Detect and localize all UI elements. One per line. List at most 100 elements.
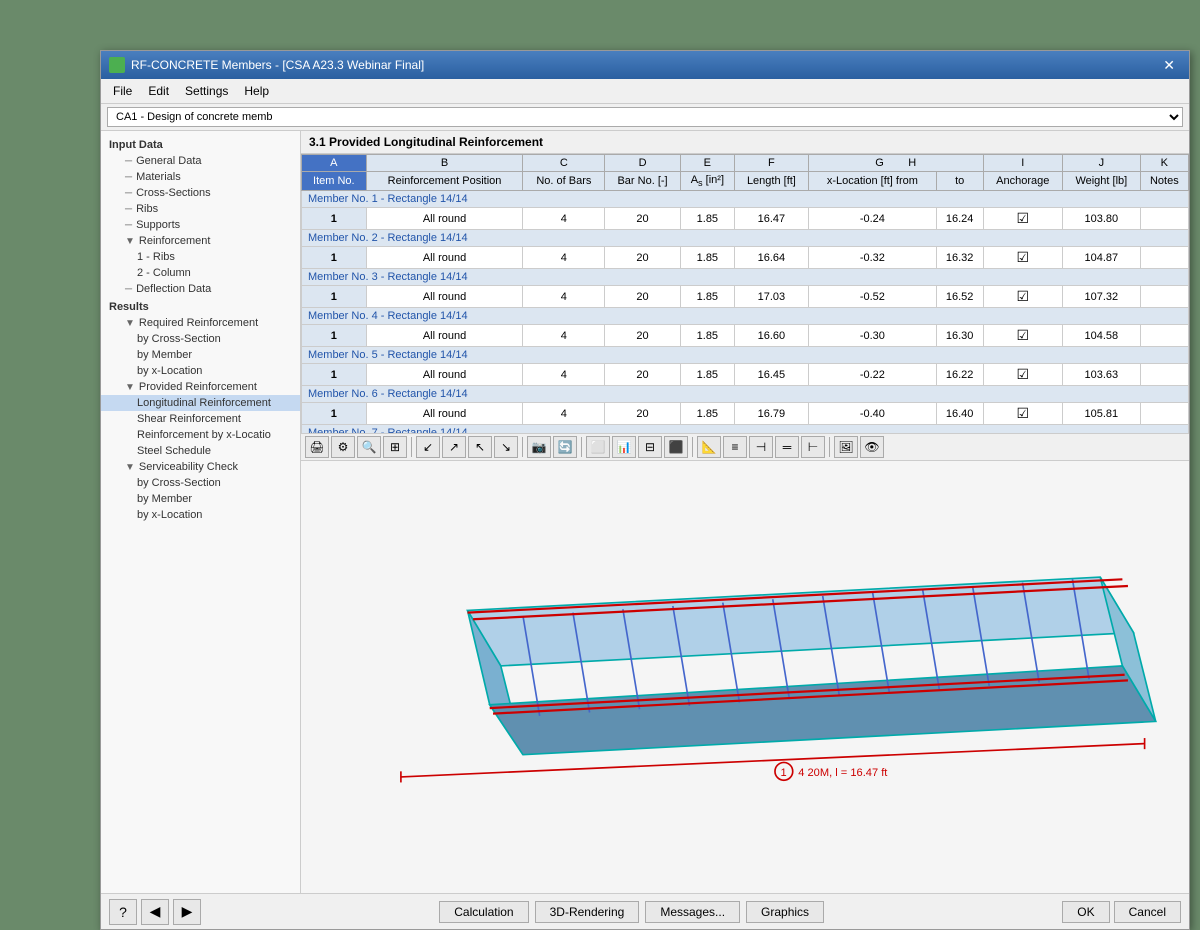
cell-x-to: 16.22 [936,364,983,386]
cell-weight: 104.58 [1063,325,1141,347]
messages-button[interactable]: Messages... [645,901,740,923]
table-row[interactable]: 1 All round 4 20 1.85 16.60 -0.30 16.30 … [302,325,1189,347]
sidebar-label: Ribs [136,203,158,215]
toolbar-sep2 [522,437,523,457]
toolbar-dim2[interactable]: ≡ [723,436,747,458]
toolbar-arrow1[interactable]: ↙ [416,436,440,458]
toolbar-zoom[interactable]: 🔍 [357,436,381,458]
cell-position: All round [366,286,523,308]
input-section-header: Input Data [101,135,300,153]
graphics-button[interactable]: Graphics [746,901,824,923]
cell-length: 16.64 [734,247,808,269]
toolbar-photo[interactable]: 📷 [527,436,551,458]
toolbar-bar[interactable]: 📊 [612,436,636,458]
sidebar-item-materials[interactable]: ─ Materials [101,169,300,185]
cell-bars: 4 [523,325,605,347]
col-subheader-j: Weight [lb] [1063,172,1141,191]
cancel-button[interactable]: Cancel [1114,901,1181,923]
sidebar-label: Steel Schedule [137,445,211,457]
expand-icon: ─ [125,188,132,199]
panel-title: 3.1 Provided Longitudinal Reinforcement [301,131,1189,154]
sidebar-item-ribs-sub[interactable]: 1 - Ribs [101,249,300,265]
toolbar-dim5[interactable]: ⊢ [801,436,825,458]
sidebar-item-general-data[interactable]: ─ General Data [101,153,300,169]
case-dropdown[interactable]: CA1 - Design of concrete memb [107,107,1183,127]
col-header-i: I [983,155,1063,172]
sidebar-item-reinf-by-x[interactable]: Reinforcement by x-Locatio [101,427,300,443]
cell-position: All round [366,364,523,386]
sidebar-item-provided-reinforcement[interactable]: ▼ Provided Reinforcement [101,379,300,395]
nav-prev-button[interactable]: ◀ [141,899,169,925]
menu-edit[interactable]: Edit [140,81,177,101]
toolbar-dim1[interactable]: 📐 [697,436,721,458]
cell-barno: 20 [605,403,681,425]
table-row[interactable]: 1 All round 4 20 1.85 17.03 -0.52 16.52 … [302,286,1189,308]
sidebar-item-longitudinal[interactable]: Longitudinal Reinforcement [101,395,300,411]
menu-help[interactable]: Help [236,81,277,101]
nav-next-button[interactable]: ▶ [173,899,201,925]
toolbar-dim3[interactable]: ⊣ [749,436,773,458]
toolbar-arrow4[interactable]: ↘ [494,436,518,458]
app-icon [109,57,125,73]
toolbar-fit[interactable]: ⊞ [383,436,407,458]
sidebar-item-required-reinforcement[interactable]: ▼ Required Reinforcement [101,315,300,331]
title-bar: RF-CONCRETE Members - [CSA A23.3 Webinar… [101,51,1189,79]
expand-icon: ─ [125,284,132,295]
3d-rendering-button[interactable]: 3D-Rendering [535,901,640,923]
table-row[interactable]: 1 All round 4 20 1.85 16.79 -0.40 16.40 … [302,403,1189,425]
sidebar-label: Serviceability Check [139,461,238,473]
cell-item: 1 [302,325,367,347]
toolbar-view[interactable]: 🖼 [834,436,858,458]
sidebar-item-deflection[interactable]: ─ Deflection Data [101,281,300,297]
ok-button[interactable]: OK [1062,901,1109,923]
sidebar-item-req-by-x[interactable]: by x-Location [101,363,300,379]
cell-x-from: -0.32 [808,247,936,269]
sidebar-label: Required Reinforcement [139,317,258,329]
cell-as: 1.85 [680,364,734,386]
sidebar-item-cross-sections[interactable]: ─ Cross-Sections [101,185,300,201]
cell-barno: 20 [605,247,681,269]
nav-help-button[interactable]: ? [109,899,137,925]
toolbar-refresh[interactable]: 🔄 [553,436,577,458]
col-header-b: B [366,155,523,172]
toolbar-rect[interactable]: ⬜ [586,436,610,458]
toolbar-settings[interactable]: ⚙ [331,436,355,458]
cell-weight: 107.32 [1063,286,1141,308]
col-header-a: A [302,155,367,172]
table-row[interactable]: 1 All round 4 20 1.85 16.64 -0.32 16.32 … [302,247,1189,269]
sidebar-item-ribs[interactable]: ─ Ribs [101,201,300,217]
structural-svg: 1 4 20M, l = 16.47 ft [301,461,1189,893]
sidebar-item-svc-by-member[interactable]: by Member [101,491,300,507]
cell-anchorage: ☑ [983,208,1063,230]
menu-settings[interactable]: Settings [177,81,236,101]
toolbar-dim4[interactable]: ═ [775,436,799,458]
calculation-button[interactable]: Calculation [439,901,528,923]
sidebar-item-shear[interactable]: Shear Reinforcement [101,411,300,427]
sidebar-item-column-sub[interactable]: 2 - Column [101,265,300,281]
toolbar-arrow2[interactable]: ↗ [442,436,466,458]
sidebar-item-serviceability[interactable]: ▼ Serviceability Check [101,459,300,475]
toolbar-table[interactable]: ⊟ [638,436,662,458]
sidebar-item-svc-by-cross[interactable]: by Cross-Section [101,475,300,491]
data-table-container[interactable]: A B C D E F G H I J K Item [301,154,1189,434]
cell-x-from: -0.52 [808,286,936,308]
member-header-row: Member No. 1 - Rectangle 14/14 [302,191,1189,208]
cell-barno: 20 [605,325,681,347]
close-button[interactable]: ✕ [1157,55,1181,76]
sidebar-item-req-by-cross[interactable]: by Cross-Section [101,331,300,347]
menu-file[interactable]: File [105,81,140,101]
sidebar-item-steel-schedule[interactable]: Steel Schedule [101,443,300,459]
toolbar-arrow3[interactable]: ↖ [468,436,492,458]
toolbar-fill[interactable]: ⬛ [664,436,688,458]
sidebar-item-reinforcement[interactable]: ▼ Reinforcement [101,233,300,249]
table-row[interactable]: 1 All round 4 20 1.85 16.47 -0.24 16.24 … [302,208,1189,230]
sidebar-item-svc-by-x[interactable]: by x-Location [101,507,300,523]
cell-x-from: -0.30 [808,325,936,347]
sidebar-item-req-by-member[interactable]: by Member [101,347,300,363]
toolbar-eye[interactable]: 👁 [860,436,884,458]
toolbar-print[interactable]: 🖨 [305,436,329,458]
cell-item: 1 [302,364,367,386]
sidebar-item-supports[interactable]: ─ Supports [101,217,300,233]
cell-notes [1140,364,1188,386]
table-row[interactable]: 1 All round 4 20 1.85 16.45 -0.22 16.22 … [302,364,1189,386]
